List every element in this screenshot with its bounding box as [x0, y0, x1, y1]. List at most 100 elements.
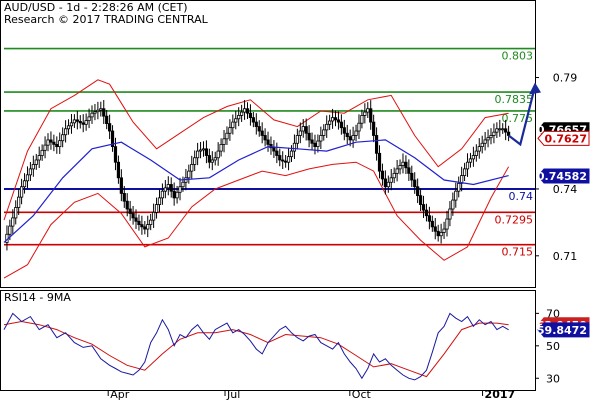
candle-body: [413, 179, 417, 188]
candle-body: [128, 208, 132, 214]
candle-body: [439, 232, 443, 237]
x-axis-tick-label: 2017: [485, 388, 516, 400]
candle-body: [278, 155, 282, 161]
candle-body: [430, 220, 434, 228]
candle-body: [237, 115, 241, 120]
candle-body: [336, 119, 341, 123]
candle-body: [410, 172, 414, 181]
candle-body: [61, 134, 65, 142]
candle-body: [328, 120, 332, 125]
level-label-0.7295: 0.7295: [495, 213, 534, 226]
candle-body: [248, 112, 253, 119]
candle-body: [281, 159, 285, 162]
candle-body: [360, 115, 364, 124]
candle-body: [105, 115, 109, 124]
candle-body: [116, 161, 121, 179]
candle-body: [319, 135, 323, 142]
x-axis-tick-label: Apr: [110, 388, 130, 400]
bollinger-lower-band: [3, 161, 510, 279]
candle-body: [31, 164, 35, 170]
candle-body: [90, 112, 94, 118]
candle-body: [389, 177, 393, 183]
candle-body: [339, 121, 343, 129]
candle-body: [210, 159, 214, 163]
candle-body: [234, 118, 238, 123]
candle-body: [330, 117, 335, 122]
candle-body: [14, 207, 18, 219]
candle-body: [286, 156, 291, 163]
price-axis-tick-label: 0.74: [553, 183, 578, 196]
candle-body: [204, 148, 209, 156]
price-tag-label-bollinger: 0.7627: [545, 132, 587, 145]
candle-body: [260, 130, 264, 136]
candle-body: [357, 122, 361, 132]
candle-body: [492, 131, 496, 136]
candle-body: [66, 125, 71, 130]
candle-body: [483, 139, 487, 144]
candle-body: [131, 213, 135, 219]
x-axis-tick-label: Jul: [226, 388, 240, 400]
candle-body: [166, 184, 170, 189]
candle-body: [20, 186, 24, 198]
candle-body: [457, 182, 461, 192]
candle-body: [43, 144, 47, 151]
candle-body: [134, 217, 138, 222]
candle-body: [193, 157, 197, 165]
candle-body: [398, 165, 402, 170]
candle-body: [228, 127, 232, 134]
candle-body: [64, 128, 68, 136]
candle-body: [52, 141, 56, 145]
candle-body: [113, 146, 118, 163]
candle-body: [451, 199, 455, 210]
candle-body: [84, 120, 88, 125]
candle-body: [201, 148, 206, 151]
candle-body: [119, 177, 123, 194]
candle-body: [480, 142, 484, 148]
candle-body: [342, 127, 346, 134]
candle-body: [22, 180, 27, 188]
candle-body: [49, 139, 53, 143]
candle-body: [501, 128, 505, 131]
candle-body: [345, 132, 349, 137]
candle-body: [495, 128, 499, 133]
candle-body: [34, 159, 38, 165]
candle-body: [322, 129, 326, 136]
candle-body: [175, 191, 179, 199]
price-chart: 0.710.740.790.8030.78350.7750.740.72950.…: [0, 0, 590, 400]
candle-body: [374, 135, 379, 154]
candle-body: [254, 121, 258, 127]
candle-body: [442, 228, 446, 233]
candle-body: [454, 190, 458, 201]
candle-body: [465, 161, 470, 170]
candle-body: [363, 111, 367, 116]
candle-body: [427, 215, 431, 222]
candle-body: [213, 157, 217, 161]
candle-body: [333, 117, 338, 121]
candle-body: [316, 140, 320, 148]
candle-body: [96, 109, 100, 113]
candle-body: [122, 193, 126, 202]
candle-body: [11, 217, 15, 227]
candle-body: [310, 139, 314, 144]
candle-body: [366, 108, 370, 113]
candle-body: [304, 126, 308, 134]
candle-body: [377, 152, 382, 172]
candle-body: [471, 155, 475, 160]
candle-body: [289, 150, 294, 158]
candle-body: [222, 138, 226, 145]
candle-body: [395, 168, 399, 174]
candle-body: [172, 190, 176, 199]
candle-body: [198, 149, 203, 152]
candle-body: [8, 225, 12, 235]
candle-body: [181, 181, 185, 188]
candle-body: [169, 184, 173, 192]
candle-body: [489, 135, 493, 139]
candle-body: [154, 204, 159, 213]
candle-body: [325, 123, 329, 131]
candle-body: [383, 178, 387, 188]
candle-body: [196, 150, 200, 159]
candle-body: [504, 128, 508, 133]
candle-body: [219, 143, 223, 152]
candle-body: [392, 172, 396, 179]
candle-body: [143, 226, 147, 230]
